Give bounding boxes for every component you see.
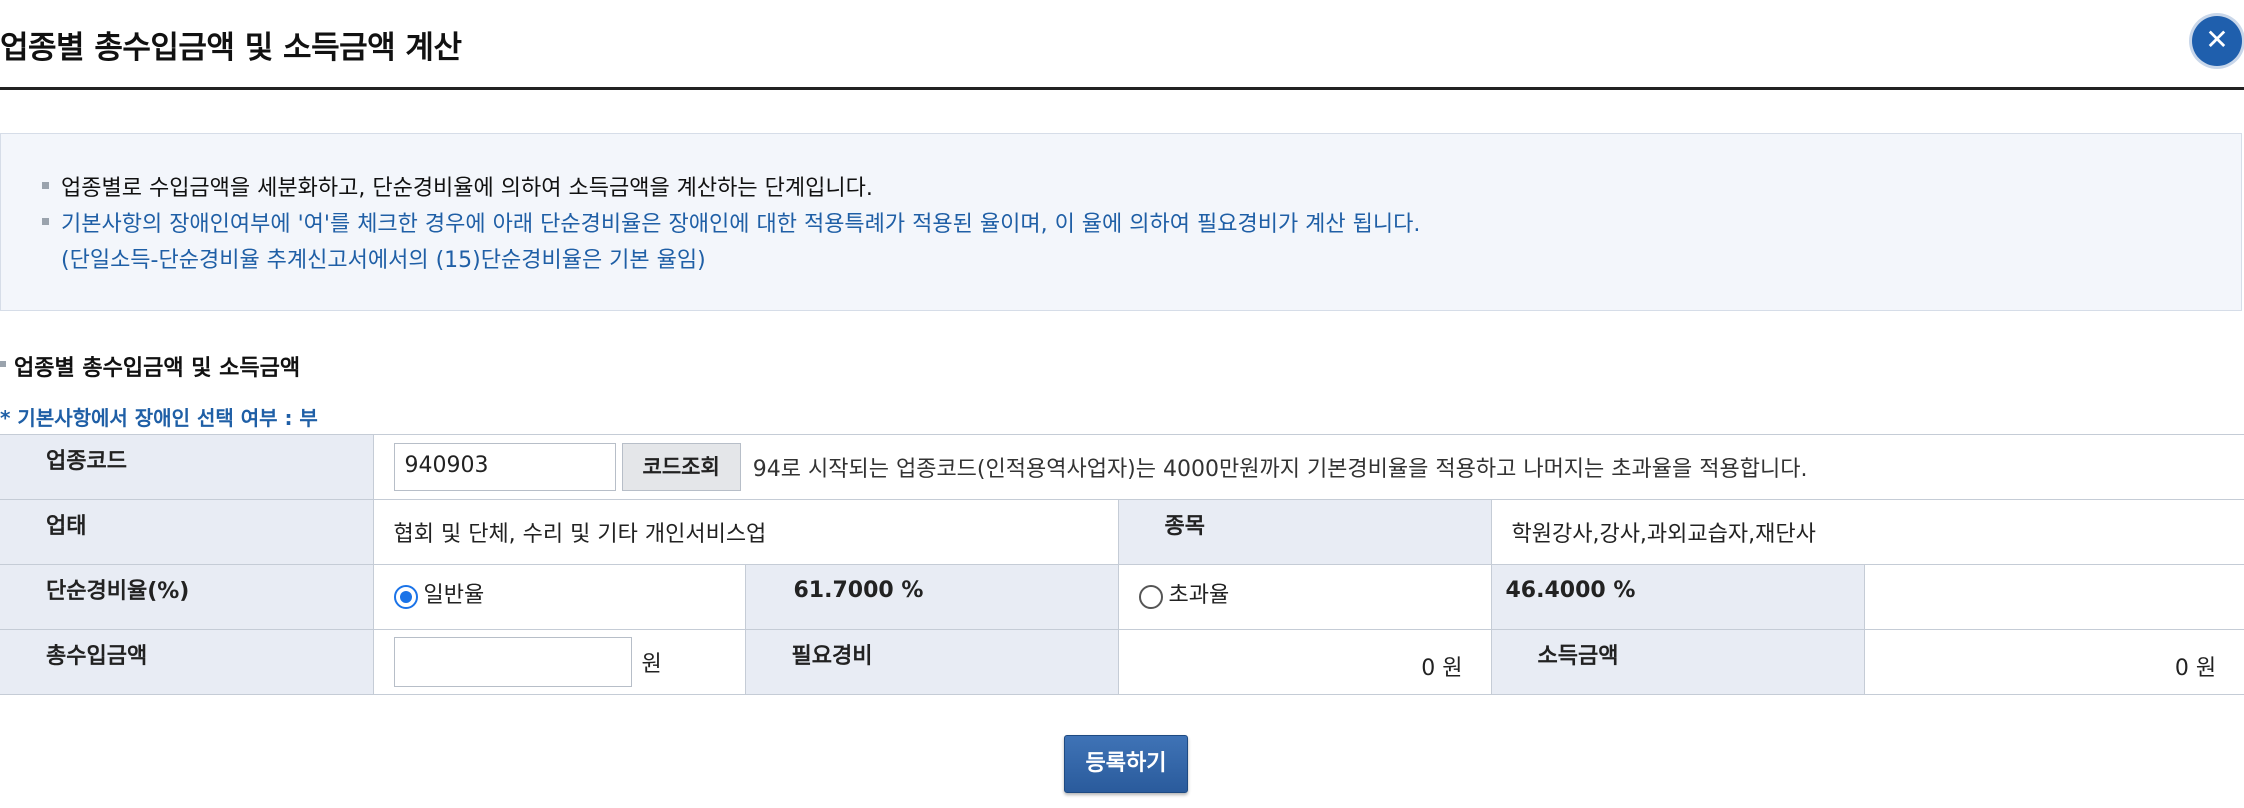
- industry-code-cell: 940903 코드조회 94로 시작되는 업종코드(인적용역사업자)는 4000만원…: [372, 434, 2244, 500]
- section-title: 업종별 총수입금액 및 소득금액: [14, 356, 301, 381]
- industry-code-label: 업종코드: [46, 449, 127, 474]
- rate-row: *단순경비율(%) 일반율 61.7000 % 초과율 46.4000 %: [0, 564, 2244, 630]
- business-type-label: 업태: [46, 514, 87, 539]
- rate-general-label: 일반율: [423, 583, 485, 608]
- close-icon[interactable]: ✕: [2192, 16, 2242, 66]
- business-type-row: 업태 협회 및 단체, 수리 및 기타 개인서비스업 종목 학원강사,강사,과외…: [0, 499, 2244, 565]
- total-income-header: *총수입금액: [0, 629, 373, 695]
- disabled-status-note: * 기본사항에서 장애인 선택 여부 : 부: [0, 406, 318, 430]
- expense-label: 필요경비: [791, 644, 873, 669]
- dialog-header: 업종별 총수입금액 및 소득금액 계산 ✕: [0, 0, 2244, 92]
- expense-value: 0 원: [1421, 656, 1463, 681]
- income-header: 소득금액: [1490, 629, 1864, 695]
- item-header: 종목: [1117, 499, 1491, 565]
- rate-label: 단순경비율(%): [46, 579, 190, 604]
- rate-excess-label: 초과율: [1168, 583, 1230, 608]
- bullet-icon: [42, 182, 49, 189]
- industry-code-row: *업종코드 940903코드조회 94로 시작되는 업종코드(인적용역사업자)는 …: [0, 434, 2244, 500]
- info-notice-box: 업종별로 수입금액을 세분화하고, 단순경비율에 의하여 소득금액을 계산하는 …: [0, 133, 2242, 311]
- income-label: 소득금액: [1537, 644, 1619, 669]
- rate-excess-cell: 초과율: [1117, 564, 1491, 630]
- income-form-table: *업종코드 940903코드조회 94로 시작되는 업종코드(인적용역사업자)는 …: [0, 434, 2244, 695]
- income-value-cell: 0 원: [1863, 629, 2244, 695]
- notice-line-3: (단일소득-단순경비율 추계신고서에서의 (15)단순경비율은 기본 율임): [61, 248, 706, 273]
- code-lookup-button[interactable]: 코드조회: [621, 443, 741, 491]
- dialog-title: 업종별 총수입금액 및 소득금액 계산: [0, 30, 462, 66]
- section-bullet-icon: [0, 361, 6, 367]
- industry-code-input[interactable]: 940903: [393, 443, 616, 491]
- rate-excess-radio[interactable]: [1138, 585, 1163, 609]
- rate-header: *단순경비율(%): [0, 564, 373, 630]
- submit-button[interactable]: 등록하기: [1064, 735, 1188, 793]
- business-type-value: 협회 및 단체, 수리 및 기타 개인서비스업: [372, 499, 1118, 565]
- item-value: 학원강사,강사,과외교습자,재단사: [1490, 499, 2244, 565]
- expense-value-cell: 0 원: [1117, 629, 1491, 695]
- total-income-input[interactable]: [393, 637, 632, 687]
- won-unit: 원: [641, 652, 662, 677]
- expense-header: 필요경비: [744, 629, 1118, 695]
- rate-excess-value: 46.4000 %: [1505, 577, 1636, 603]
- total-income-label: 총수입금액: [46, 644, 148, 669]
- notice-line-1: 업종별로 수입금액을 세분화하고, 단순경비율에 의하여 소득금액을 계산하는 …: [61, 176, 873, 201]
- notice-line-2: 기본사항의 장애인여부에 '여'를 체크한 경우에 아래 단순경비율은 장애인에…: [61, 212, 1421, 237]
- title-divider: [0, 87, 2244, 90]
- rate-general-radio[interactable]: [393, 585, 418, 609]
- item-text: 학원강사,강사,과외교습자,재단사: [1511, 522, 1816, 547]
- rate-general-value-cell: 61.7000 %: [744, 564, 1118, 630]
- rate-general-value: 61.7000 %: [793, 577, 924, 603]
- business-type-text: 협회 및 단체, 수리 및 기타 개인서비스업: [393, 522, 767, 547]
- item-label: 종목: [1164, 514, 1205, 539]
- income-value: 0 원: [2174, 656, 2217, 681]
- total-income-cell: 원: [372, 629, 745, 695]
- industry-code-header: *업종코드: [0, 434, 373, 500]
- code-note: 94로 시작되는 업종코드(인적용역사업자)는 4000만원까지 기본경비율을 …: [752, 457, 1808, 482]
- rate-excess-value-cell: 46.4000 %: [1490, 564, 1864, 630]
- empty-cell: [1863, 564, 2244, 630]
- rate-general-cell: 일반율: [372, 564, 745, 630]
- bullet-icon: [42, 218, 49, 225]
- business-type-header: 업태: [0, 499, 373, 565]
- total-income-row: *총수입금액 원 필요경비 0 원 소득금액 0 원: [0, 629, 2244, 695]
